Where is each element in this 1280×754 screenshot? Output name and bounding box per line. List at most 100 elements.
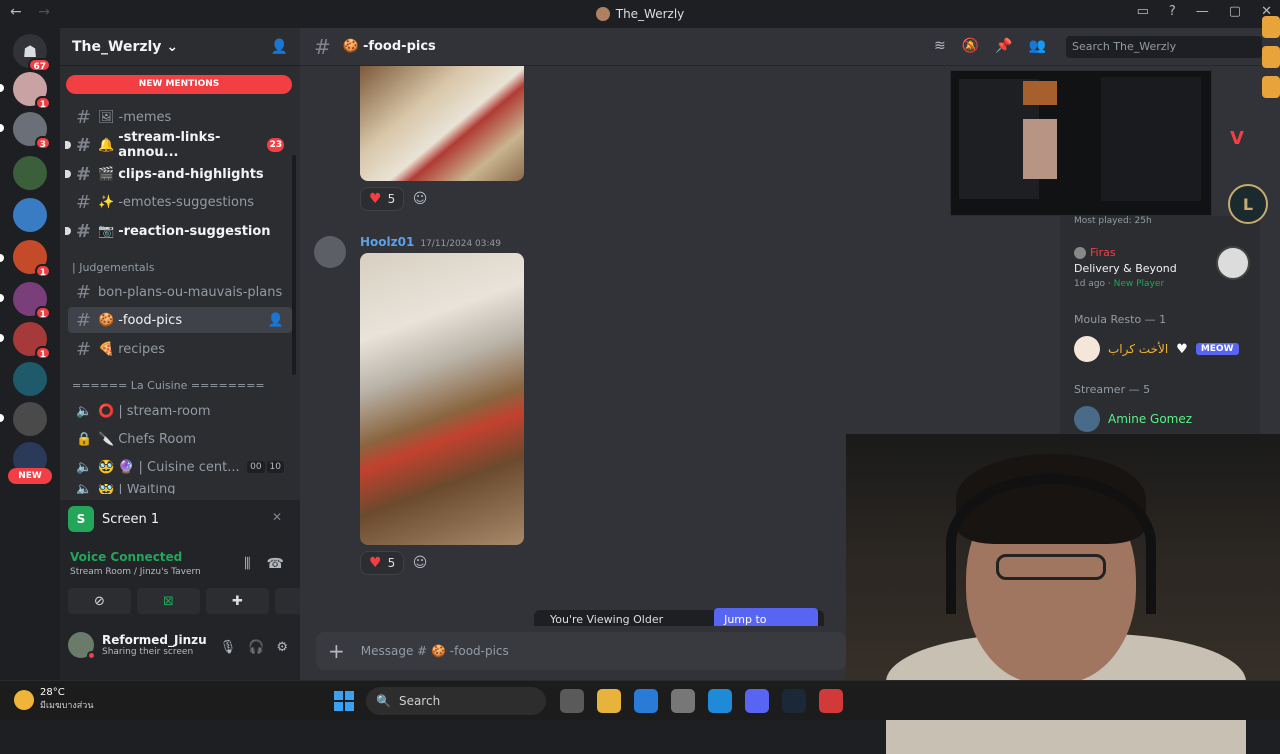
windows-start-icon[interactable] [334, 691, 354, 711]
user-info[interactable]: Reformed_Jinzu Sharing their screen [68, 632, 207, 660]
hash-icon: # [76, 163, 92, 185]
hash-icon: # [76, 220, 92, 242]
inbox-icon[interactable]: ▭ [1137, 4, 1149, 19]
chevron-down-icon: ⌄ [166, 38, 179, 55]
cart-icon[interactable] [1262, 46, 1280, 68]
server-icon[interactable] [13, 362, 47, 396]
voice-channel-chefs-room[interactable]: 🔒 🔪 Chefs Room [68, 426, 292, 452]
weather-widget[interactable]: 28°C มีเมฆบางส่วน [14, 687, 93, 712]
screen-icon: S [68, 506, 94, 532]
avatar [1074, 406, 1100, 432]
stream-preview[interactable] [950, 70, 1212, 216]
food-image-cake[interactable] [360, 66, 524, 181]
avatar [1074, 247, 1086, 259]
search-input[interactable]: Search The_Werzly [1066, 36, 1262, 58]
hash-icon: # [314, 34, 331, 59]
heart-reaction[interactable]: ♥ 5 [360, 187, 405, 211]
activities-button[interactable]: ✚ [206, 588, 269, 614]
channel-clips[interactable]: # 🎬 clips-and-highlights [65, 161, 292, 187]
server-icon[interactable]: 3 [13, 112, 51, 150]
channel-emotes-suggestions[interactable]: # ✨ -emotes-suggestions [68, 189, 292, 215]
channel-bon-plans[interactable]: # bon-plans-ou-mauvais-plans [68, 279, 292, 305]
steam-icon[interactable] [782, 689, 806, 713]
server-icon[interactable] [13, 156, 47, 190]
jump-to-present-button[interactable]: Jump to Present [714, 608, 818, 626]
microphone-icon[interactable]: 🎙 [220, 640, 237, 655]
message-author[interactable]: Hoolz01 17/11/2024 03:49 [360, 235, 501, 249]
guild-header[interactable]: The_Werzly ⌄ 👤 [60, 28, 300, 66]
file-explorer-icon[interactable] [597, 689, 621, 713]
plus-icon[interactable]: + [328, 639, 345, 663]
member-item[interactable]: Amine Gomez [1074, 406, 1192, 432]
member-list: Most played: 25h Firas Delivery & Beyond… [1060, 216, 1260, 434]
avatar[interactable] [314, 236, 346, 268]
channel-memes[interactable]: # 🖼 -memes [68, 104, 292, 130]
threads-icon[interactable]: ≋ [934, 38, 946, 54]
add-member-icon[interactable]: 👤 [271, 39, 288, 55]
category-judgements[interactable]: | Judgementals [72, 261, 154, 274]
close-preview-icon[interactable]: ✕ [272, 510, 282, 524]
voice-channel-stream-room[interactable]: 🔈 ⭕ | stream-room [68, 398, 292, 424]
voice-channel-waiting[interactable]: 🔈 🥸 | Waiting [68, 484, 292, 494]
member-item[interactable]: الأخت كراب ♥ MEOW [1074, 336, 1239, 362]
member-list-icon[interactable]: 👥 [1029, 38, 1046, 54]
maximize-icon[interactable]: ▢ [1229, 4, 1241, 19]
home-discord-icon[interactable]: ☗ 67 [13, 34, 51, 72]
cart-icon[interactable] [1262, 16, 1280, 38]
server-icon[interactable]: 1 [13, 72, 51, 110]
back-arrow-icon[interactable]: ← [10, 4, 22, 20]
category-cuisine[interactable]: ====== La Cuisine ======== [72, 379, 265, 392]
channel-stream-links[interactable]: # 🔔 -stream-links-annou... 23 [65, 130, 292, 160]
server-icon[interactable] [13, 402, 47, 436]
taskbar-search[interactable]: 🔍 Search [366, 687, 546, 715]
unread-indicator [65, 170, 71, 178]
pin-icon[interactable]: 📌 [995, 38, 1012, 54]
add-reaction-icon[interactable]: ☺ [408, 187, 432, 211]
server-icon[interactable]: 1 [13, 322, 51, 360]
channel-recipes[interactable]: # 🍕 recipes [68, 336, 292, 362]
store-icon[interactable] [634, 689, 658, 713]
home-badge: 67 [28, 58, 51, 72]
voice-controls: ⫼ ☎ [244, 556, 284, 572]
headphones-icon[interactable]: 🎧 [248, 640, 264, 655]
minimize-icon[interactable]: — [1196, 4, 1209, 19]
cart-icon[interactable] [1262, 76, 1280, 98]
noise-suppression-icon[interactable]: ⫼ [244, 556, 250, 572]
unread-indicator [65, 227, 71, 235]
new-mentions-bar[interactable]: NEW MENTIONS [66, 75, 292, 94]
new-unreads-badge[interactable]: NEW [8, 468, 52, 484]
edge-icon[interactable] [708, 689, 732, 713]
voice-status: Voice Connected Stream Room / Jinzu's Ta… [70, 550, 201, 577]
heart-reaction[interactable]: ♥ 5 [360, 551, 405, 575]
weather-icon [14, 689, 34, 710]
app-icon[interactable] [671, 689, 695, 713]
notifications-off-icon[interactable]: 🔕 [962, 38, 979, 54]
member-firas[interactable]: Firas [1074, 246, 1116, 259]
voice-channel-cuisine-centrale[interactable]: 🔈 🥸 🔮 | Cuisine cent... 00 10 [68, 454, 292, 480]
disconnect-icon[interactable]: ☎ [267, 556, 284, 572]
camera-off-button[interactable]: ⊘ [68, 588, 131, 614]
add-reaction-icon[interactable]: ☺ [408, 551, 432, 575]
discord-icon[interactable] [745, 689, 769, 713]
settings-icon[interactable]: ⚙ [276, 640, 288, 655]
older-messages-bar: You're Viewing Older Messages Jump to Pr… [534, 608, 824, 626]
invite-icon: 👤 [267, 312, 284, 328]
server-icon[interactable]: 1 [13, 282, 51, 320]
forward-arrow-icon[interactable]: → [38, 4, 50, 20]
help-icon[interactable]: ? [1169, 4, 1176, 19]
server-icon[interactable] [13, 198, 47, 232]
food-image-cookie[interactable] [360, 253, 524, 545]
message-composer[interactable]: + Message # 🍪 -food-pics [316, 632, 846, 670]
hash-icon: # [76, 191, 92, 213]
channel-reaction-suggestion[interactable]: # 📷 -reaction-suggestion [65, 218, 292, 244]
sidebar-scrollbar[interactable] [292, 155, 296, 375]
screen-share-preview[interactable]: S Screen 1 [68, 506, 159, 532]
avatar [68, 632, 96, 660]
stop-stream-button[interactable]: ⊠ [137, 588, 200, 614]
task-view-icon[interactable] [560, 689, 584, 713]
server-avatar-icon [595, 7, 610, 21]
speaker-icon: 🔈 [76, 403, 93, 419]
channel-food-pics[interactable]: # 🍪 -food-pics 👤 [68, 307, 292, 333]
app-icon[interactable] [819, 689, 843, 713]
server-icon[interactable]: 1 [13, 240, 51, 278]
